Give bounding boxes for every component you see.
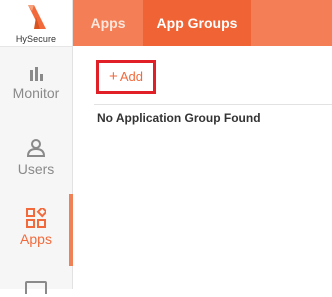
- sidebar-item-monitor[interactable]: Monitor: [0, 66, 72, 101]
- sidebar-item-label: Users: [17, 161, 55, 177]
- plus-icon: +: [109, 68, 118, 85]
- hysecure-logo-icon: [28, 5, 46, 29]
- sidebar-item-label: Monitor: [12, 85, 60, 101]
- tab-app-groups[interactable]: App Groups: [143, 0, 251, 46]
- active-indicator: [69, 194, 73, 266]
- brand-name: HySecure: [15, 34, 57, 44]
- empty-state-message: No Application Group Found: [97, 111, 261, 125]
- monitor-icon: [25, 281, 47, 294]
- user-icon: [26, 139, 46, 157]
- sidebar-item-users[interactable]: Users: [0, 138, 72, 177]
- tab-bar: Apps App Groups: [73, 0, 332, 46]
- apps-grid-icon: [26, 208, 46, 228]
- tab-apps[interactable]: Apps: [73, 0, 143, 46]
- sidebar-item-apps[interactable]: Apps: [0, 208, 72, 247]
- divider: [94, 104, 332, 105]
- sidebar: HySecure Monitor Users Apps: [0, 0, 73, 294]
- sidebar-item-label: Apps: [20, 231, 52, 247]
- brand-logo[interactable]: HySecure: [0, 0, 72, 47]
- bar-chart-icon: [30, 67, 43, 81]
- add-button[interactable]: + Add: [96, 60, 156, 94]
- add-button-label: Add: [119, 69, 143, 84]
